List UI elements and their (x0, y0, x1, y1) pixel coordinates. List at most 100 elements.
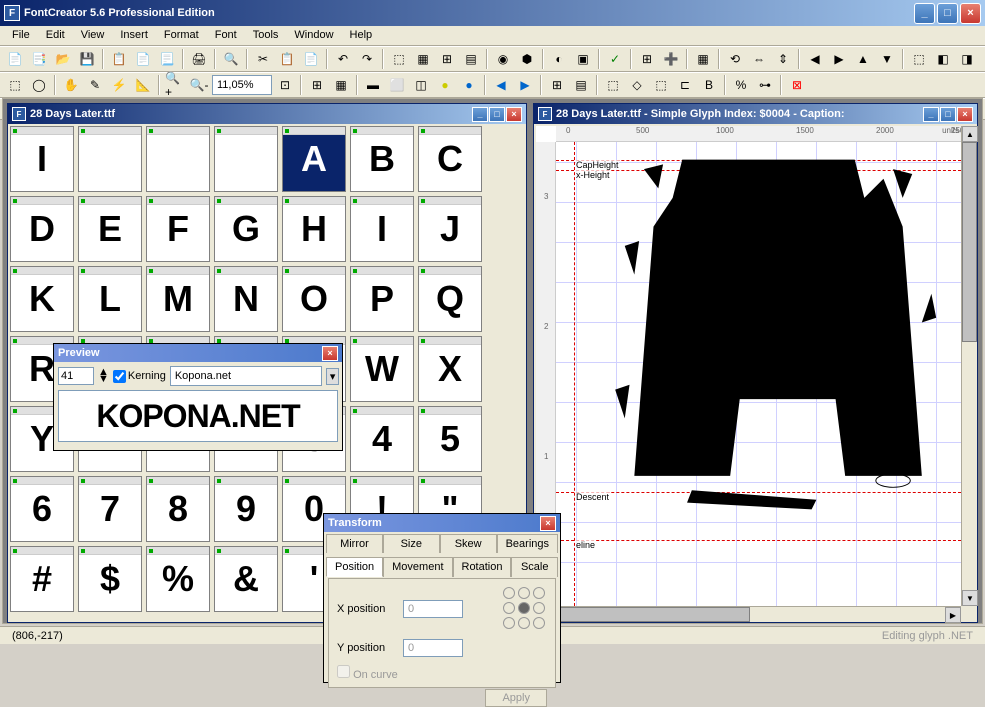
copy-icon[interactable]: 📋 (108, 48, 130, 70)
editor-window-minimize[interactable]: _ (923, 107, 939, 122)
glyph-cell[interactable]: 8 (146, 476, 210, 542)
scroll-down-icon[interactable]: ▼ (962, 590, 978, 606)
grid2-icon[interactable]: ▦ (330, 74, 352, 96)
glyph-cell[interactable]: N (214, 266, 278, 332)
percent-icon[interactable]: % (730, 74, 752, 96)
tool-k-icon[interactable]: ◨ (956, 48, 978, 70)
maximize-button[interactable]: □ (937, 3, 958, 24)
anchor-mc[interactable] (518, 602, 530, 614)
flip-h-icon[interactable]: ⇔ (748, 48, 770, 70)
fill-icon[interactable]: ▬ (362, 74, 384, 96)
glyph-cell[interactable]: P (350, 266, 414, 332)
tab-skew[interactable]: Skew (440, 534, 497, 553)
doc-icon[interactable]: 📃 (156, 48, 178, 70)
tool-g-icon[interactable]: ◐ (548, 48, 570, 70)
bearing-icon[interactable]: ⊏ (674, 74, 696, 96)
open-icon[interactable]: 📂 (52, 48, 74, 70)
glyph-cell[interactable]: B (350, 126, 414, 192)
glyph-cell[interactable]: I (350, 196, 414, 262)
glyph-cell[interactable]: & (214, 546, 278, 612)
add-icon[interactable]: ➕ (660, 48, 682, 70)
glyph-cell[interactable]: H (282, 196, 346, 262)
editor-scrollbar-v[interactable]: ▲ ▼ (961, 126, 977, 606)
eraser-icon[interactable]: ◫ (410, 74, 432, 96)
menu-window[interactable]: Window (286, 26, 341, 45)
select-rect-icon[interactable]: ⬚ (4, 74, 26, 96)
arrow-right-icon[interactable]: ▶ (514, 74, 536, 96)
bearing2-icon[interactable]: B (698, 74, 720, 96)
anchor-tc[interactable] (518, 587, 530, 599)
measure-icon[interactable]: 📐 (132, 74, 154, 96)
snap-icon[interactable]: ⊞ (306, 74, 328, 96)
pen-icon[interactable]: ✎ (84, 74, 106, 96)
glyph-window-titlebar[interactable]: F 28 Days Later.ttf _ □ × (8, 104, 526, 124)
menu-insert[interactable]: Insert (112, 26, 156, 45)
new-font-icon[interactable]: 📑 (28, 48, 50, 70)
preview-titlebar[interactable]: Preview × (54, 344, 342, 362)
y-position-input[interactable] (403, 639, 463, 657)
tab-bearings[interactable]: Bearings (497, 534, 558, 553)
editor-canvas[interactable]: 0 500 1000 1500 2000 2500 units 3 2 1 0 (536, 126, 961, 606)
close-button[interactable]: × (960, 3, 981, 24)
glyph-cell[interactable]: K (10, 266, 74, 332)
glyph-cell[interactable]: 7 (78, 476, 142, 542)
anchor-br[interactable] (533, 617, 545, 629)
tool-b-icon[interactable]: ▦ (412, 48, 434, 70)
glyph-window-minimize[interactable]: _ (472, 107, 488, 122)
paste2-icon[interactable]: 📄 (300, 48, 322, 70)
save-icon[interactable]: 💾 (76, 48, 98, 70)
menu-tools[interactable]: Tools (245, 26, 287, 45)
nav-next-icon[interactable]: ▶ (828, 48, 850, 70)
anchor-tl[interactable] (503, 587, 515, 599)
glyph-cell[interactable]: W (350, 336, 414, 402)
tool-i-icon[interactable]: ⬚ (908, 48, 930, 70)
glyph-cell[interactable]: 4 (350, 406, 414, 472)
preview-size-input[interactable] (58, 367, 94, 385)
zoom-input[interactable] (212, 75, 272, 95)
transform-titlebar[interactable]: Transform × (324, 514, 560, 532)
guides-icon[interactable]: ▤ (570, 74, 592, 96)
editor-window-close[interactable]: × (957, 107, 973, 122)
glyph-cell[interactable]: L (78, 266, 142, 332)
combo-dropdown-icon[interactable]: ▾ (326, 368, 340, 385)
connect-icon[interactable]: ⊶ (754, 74, 776, 96)
menu-format[interactable]: Format (156, 26, 207, 45)
flip-v-icon[interactable]: ⇕ (772, 48, 794, 70)
tool-e-icon[interactable]: ◉ (492, 48, 514, 70)
glyph-cell[interactable]: D (10, 196, 74, 262)
circle-blue-icon[interactable]: ● (458, 74, 480, 96)
nav-down-icon[interactable]: ▼ (876, 48, 898, 70)
glyph-cell[interactable]: A (282, 126, 346, 192)
select-lasso-icon[interactable]: ◯ (28, 74, 50, 96)
tool-j-icon[interactable]: ◧ (932, 48, 954, 70)
knife-icon[interactable]: ⚡ (108, 74, 130, 96)
circle-yellow-icon[interactable]: ● (434, 74, 456, 96)
glyph-cell[interactable]: 9 (214, 476, 278, 542)
glyph-cell[interactable]: 6 (10, 476, 74, 542)
transform-close[interactable]: × (540, 516, 556, 531)
toggle-icon[interactable]: ⊠ (786, 74, 808, 96)
preview-close[interactable]: × (322, 346, 338, 361)
contour-icon[interactable]: ⬚ (602, 74, 624, 96)
tab-size[interactable]: Size (383, 534, 440, 553)
glyph-cell[interactable]: $ (78, 546, 142, 612)
menu-help[interactable]: Help (342, 26, 381, 45)
glyph-cell[interactable]: % (146, 546, 210, 612)
find-icon[interactable]: 🔍 (220, 48, 242, 70)
glyph-cell[interactable] (214, 126, 278, 192)
scroll-up-icon[interactable]: ▲ (962, 126, 978, 142)
glyph-cell[interactable]: C (418, 126, 482, 192)
zoom-in-icon[interactable]: 🔍+ (164, 74, 186, 96)
zoom-fit-icon[interactable]: ⊡ (274, 74, 296, 96)
scroll-right-icon[interactable]: ▶ (945, 607, 961, 623)
anchor-ml[interactable] (503, 602, 515, 614)
glyph-cell[interactable]: M (146, 266, 210, 332)
glyph-cell[interactable]: # (10, 546, 74, 612)
check-icon[interactable]: ✓ (604, 48, 626, 70)
tab-movement[interactable]: Movement (383, 557, 452, 577)
menu-font[interactable]: Font (207, 26, 245, 45)
copy2-icon[interactable]: 📋 (276, 48, 298, 70)
nav-prev-icon[interactable]: ◀ (804, 48, 826, 70)
zoom-out-icon[interactable]: 🔍- (188, 74, 210, 96)
glyph-cell[interactable]: J (418, 196, 482, 262)
